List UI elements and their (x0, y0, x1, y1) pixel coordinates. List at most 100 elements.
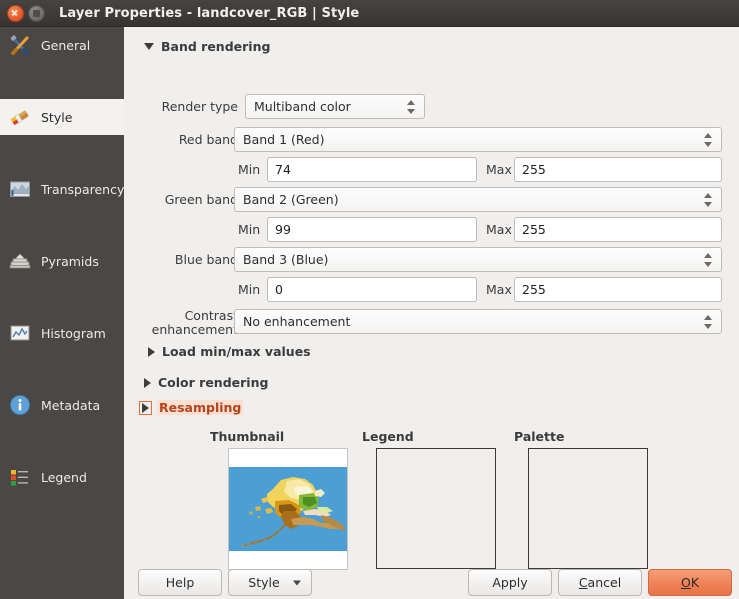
red-min-input[interactable]: 74 (267, 157, 477, 182)
blue-min-input[interactable]: 0 (267, 277, 477, 302)
blue-band-combo[interactable]: Band 3 (Blue) (234, 247, 722, 272)
render-type-value: Multiband color (254, 99, 351, 114)
blue-max-input[interactable]: 255 (514, 277, 722, 302)
palette-preview (528, 448, 648, 569)
section-load-minmax-header[interactable]: Load min/max values (148, 344, 311, 359)
green-min-input[interactable]: 99 (267, 217, 477, 242)
sidebar-item-label: Histogram (41, 326, 106, 341)
sidebar-item-label: General (41, 38, 90, 53)
sidebar: General Style (0, 27, 124, 599)
green-max-input[interactable]: 255 (514, 217, 722, 242)
sidebar-item-pyramids[interactable]: Pyramids (0, 243, 124, 279)
info-icon (8, 393, 32, 417)
spin-arrows-icon[interactable] (407, 99, 416, 115)
section-band-rendering-header[interactable]: Band rendering (144, 39, 270, 54)
layer-properties-dialog: Layer Properties - landcover_RGB | Style… (0, 0, 739, 599)
ok-button[interactable]: OK (648, 569, 732, 596)
render-type-label: Render type (132, 99, 238, 114)
contrast-enhancement-value: No enhancement (243, 314, 350, 329)
legend-icon (8, 465, 32, 489)
contrast-enhancement-combo[interactable]: No enhancement (234, 309, 722, 334)
palette-label: Palette (514, 429, 564, 444)
spin-arrows-icon[interactable] (704, 252, 713, 268)
cancel-button-label: Cancel (579, 575, 621, 590)
red-max-value: 255 (522, 162, 546, 177)
green-max-value: 255 (522, 222, 546, 237)
green-min-label: Min (238, 222, 260, 237)
thumbnail-raster-image (229, 467, 347, 551)
help-button-label: Help (166, 575, 195, 590)
focus-outline (139, 401, 152, 415)
green-band-label: Green band (132, 192, 238, 207)
section-resampling-header[interactable]: Resampling (139, 400, 243, 415)
style-button-label: Style (248, 575, 279, 590)
blue-band-value: Band 3 (Blue) (243, 252, 328, 267)
sidebar-item-label: Metadata (41, 398, 100, 413)
pyramids-icon (8, 249, 32, 273)
red-band-combo[interactable]: Band 1 (Red) (234, 127, 722, 152)
sidebar-item-general[interactable]: General (0, 27, 124, 63)
chevron-right-icon (142, 403, 149, 413)
ok-button-label: OK (681, 575, 699, 590)
section-title: Band rendering (161, 39, 270, 54)
chevron-right-icon (148, 347, 155, 357)
legend-label: Legend (362, 429, 414, 444)
section-title: Color rendering (158, 375, 268, 390)
blue-band-label: Blue band (132, 252, 238, 267)
sidebar-item-label: Style (41, 110, 72, 125)
red-min-label: Min (238, 162, 260, 177)
green-band-combo[interactable]: Band 2 (Green) (234, 187, 722, 212)
help-button[interactable]: Help (138, 569, 222, 596)
render-type-combo[interactable]: Multiband color (245, 94, 425, 119)
cancel-button[interactable]: Cancel (558, 569, 642, 596)
blue-max-label: Max (486, 282, 512, 297)
transparency-icon (8, 177, 32, 201)
section-color-rendering-header[interactable]: Color rendering (144, 375, 268, 390)
cancel-button-rest: ancel (588, 575, 622, 590)
section-title: Resampling (157, 400, 243, 415)
chevron-down-icon (144, 43, 154, 50)
red-band-value: Band 1 (Red) (243, 132, 325, 147)
sidebar-item-histogram[interactable]: Histogram (0, 315, 124, 351)
sidebar-item-style[interactable]: Style (0, 99, 124, 135)
red-max-input[interactable]: 255 (514, 157, 722, 182)
spin-arrows-icon[interactable] (704, 314, 713, 330)
green-max-label: Max (486, 222, 512, 237)
sidebar-item-legend[interactable]: Legend (0, 459, 124, 495)
ok-button-rest: K (691, 575, 699, 590)
histogram-icon (8, 321, 32, 345)
spin-arrows-icon[interactable] (704, 192, 713, 208)
section-title: Load min/max values (162, 344, 311, 359)
sidebar-item-metadata[interactable]: Metadata (0, 387, 124, 423)
thumbnail-preview (228, 448, 348, 570)
contrast-enhancement-label-line1: Contrast (132, 308, 238, 323)
contrast-enhancement-label-line2: enhancement (132, 322, 238, 337)
sidebar-item-label: Pyramids (41, 254, 99, 269)
chevron-down-icon (293, 580, 301, 585)
green-min-value: 99 (275, 222, 291, 237)
green-band-value: Band 2 (Green) (243, 192, 339, 207)
apply-button-label: Apply (492, 575, 527, 590)
sidebar-item-label: Legend (41, 470, 87, 485)
legend-preview (376, 448, 496, 569)
apply-button[interactable]: Apply (468, 569, 552, 596)
sidebar-item-transparency[interactable]: Transparency (0, 171, 124, 207)
red-max-label: Max (486, 162, 512, 177)
window-title: Layer Properties - landcover_RGB | Style (59, 6, 359, 21)
window-titlebar: Layer Properties - landcover_RGB | Style (0, 0, 739, 27)
blue-min-value: 0 (275, 282, 283, 297)
sidebar-item-label: Transparency (41, 182, 124, 197)
spin-arrows-icon[interactable] (704, 132, 713, 148)
blue-max-value: 255 (522, 282, 546, 297)
maximize-icon[interactable] (28, 5, 45, 22)
chevron-right-icon (144, 378, 151, 388)
tools-icon (8, 33, 32, 57)
thumbnail-label: Thumbnail (210, 429, 284, 444)
blue-min-label: Min (238, 282, 260, 297)
paintbrush-icon (8, 105, 32, 129)
style-button[interactable]: Style (228, 569, 312, 596)
red-min-value: 74 (275, 162, 291, 177)
close-icon[interactable] (7, 5, 24, 22)
style-panel: Band rendering Render type Multiband col… (124, 27, 739, 599)
red-band-label: Red band (132, 132, 238, 147)
